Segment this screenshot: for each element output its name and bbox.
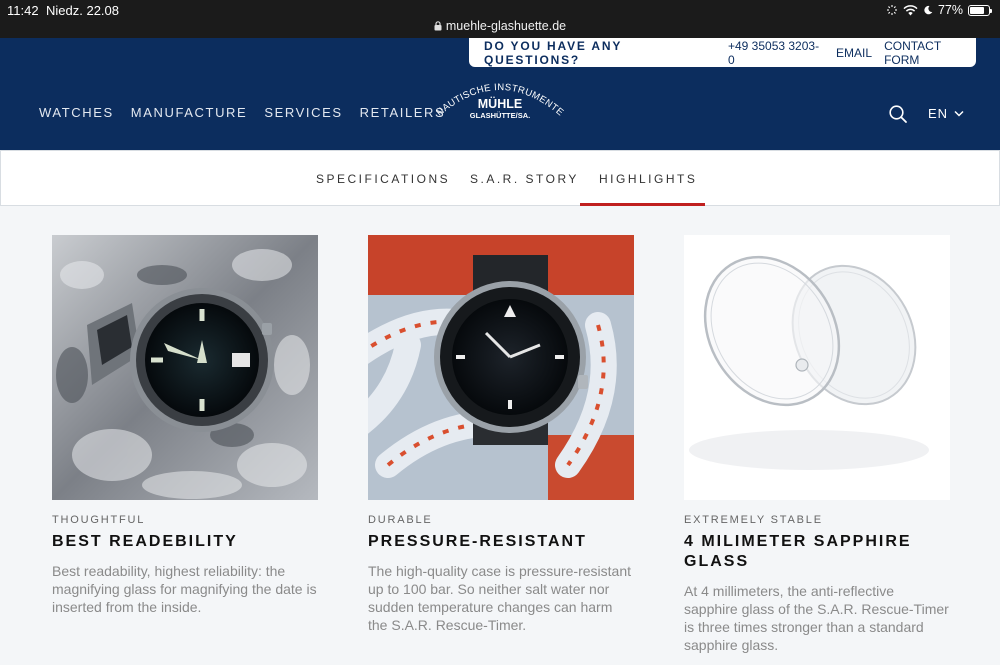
contact-form-link[interactable]: CONTACT FORM [884, 39, 976, 67]
chevron-down-icon [954, 110, 964, 117]
nav-item-services[interactable]: SERVICES [264, 105, 342, 120]
card-title: BEST READEBILITY [52, 533, 238, 550]
tab-sar-story[interactable]: S.A.R. STORY [470, 172, 579, 186]
card-description: Best readability, highest reliability: t… [52, 563, 317, 615]
card-description: At 4 millimeters, the anti-reflective sa… [684, 583, 949, 653]
language-selector[interactable]: EN [928, 106, 964, 121]
status-right: 77% [886, 3, 992, 17]
highlight-card: THOUGHTFUL BEST READEBILITY Best readabi… [52, 235, 318, 616]
section-tabs: SPECIFICATIONS S.A.R. STORY HIGHLIGHTS [0, 150, 1000, 206]
search-icon[interactable] [888, 104, 908, 124]
active-tab-indicator [580, 203, 705, 206]
moon-icon [924, 5, 933, 15]
battery-percent: 77% [937, 3, 963, 17]
main-nav: WATCHES MANUFACTURE SERVICES RETAILERS [39, 105, 445, 120]
watch-on-rope-image [368, 235, 634, 500]
site-header: DO YOU HAVE ANY QUESTIONS? +49 35053 320… [0, 38, 1000, 150]
card-eyebrow: EXTREMELY STABLE [684, 514, 823, 526]
status-time: 11:42 [7, 3, 39, 18]
phone-link[interactable]: +49 35053 3203-0 [728, 39, 822, 67]
logo-sub: GLASHÜTTE/SA. [470, 111, 530, 120]
sapphire-glass-image [684, 235, 950, 500]
tab-specifications[interactable]: SPECIFICATIONS [316, 172, 450, 186]
logo-name: MÜHLE [478, 96, 522, 111]
status-bar: 11:42 Niedz. 22.08 muehle-glashuette.de … [0, 0, 1000, 38]
wifi-icon [903, 4, 918, 15]
url-text: muehle-glashuette.de [445, 19, 567, 33]
language-label: EN [928, 106, 949, 121]
nav-item-watches[interactable]: WATCHES [39, 105, 114, 120]
card-eyebrow: THOUGHTFUL [52, 514, 146, 526]
card-title: 4 MILIMETER SAPPHIRE GLASS [684, 533, 912, 570]
nav-item-manufacture[interactable]: MANUFACTURE [131, 105, 248, 120]
card-title: PRESSURE-RESISTANT [368, 533, 587, 550]
address-bar[interactable]: muehle-glashuette.de [0, 19, 1000, 33]
watch-on-ice-image [52, 235, 318, 500]
highlight-card: EXTREMELY STABLE 4 MILIMETER SAPPHIRE GL… [684, 235, 950, 654]
battery-icon [968, 4, 992, 16]
highlight-card: DURABLE PRESSURE-RESISTANT The high-qual… [368, 235, 634, 634]
tab-highlights[interactable]: HIGHLIGHTS [599, 172, 697, 186]
orientation-lock-icon [886, 5, 897, 15]
contact-bar: DO YOU HAVE ANY QUESTIONS? +49 35053 320… [469, 38, 976, 67]
lock-icon [434, 21, 442, 31]
muehle-logo[interactable]: NAUTISCHE INSTRUMENTE MÜHLE GLASHÜTTE/SA… [430, 72, 570, 142]
email-link[interactable]: EMAIL [836, 46, 872, 60]
questions-label: DO YOU HAVE ANY QUESTIONS? [484, 38, 622, 67]
status-date: Niedz. 22.08 [46, 3, 119, 18]
card-eyebrow: DURABLE [368, 514, 433, 526]
card-description: The high-quality case is pressure-resist… [368, 563, 632, 633]
